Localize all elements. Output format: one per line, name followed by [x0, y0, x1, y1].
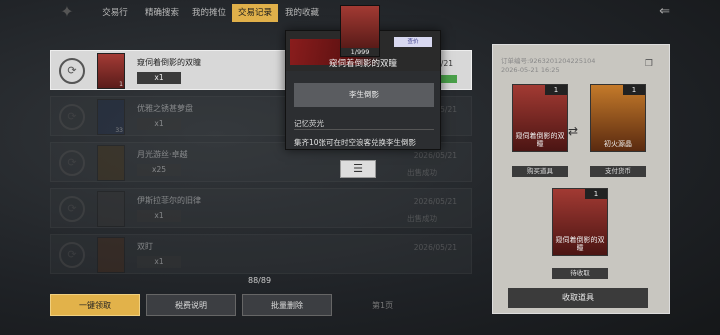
price-check-button[interactable]: 查价 [394, 37, 432, 47]
item-card [97, 145, 125, 181]
item-qty: x1 [137, 210, 181, 222]
record-counter: 88/89 [248, 276, 272, 285]
claim-all-button[interactable]: 一键领取 [50, 294, 140, 316]
exchange-icon: ⟳ [59, 150, 85, 176]
item-name: 优雅之锈甚萝盘 [137, 104, 193, 113]
copy-icon[interactable]: ❐ [645, 59, 653, 69]
item-card: 1 [97, 53, 125, 89]
owner-button[interactable]: 李生倒影 [294, 83, 434, 107]
item-card [97, 237, 125, 273]
item-name: 双盯 [137, 242, 153, 251]
tax-info-button[interactable]: 税费说明 [146, 294, 236, 316]
pending-item-card[interactable]: 1 窥伺着倒影的双瞳 [552, 188, 608, 256]
item-qty: x25 [137, 164, 181, 176]
item-qty: x1 [137, 256, 181, 268]
menu-lines-icon[interactable]: ☰ [340, 160, 376, 178]
tab-trading[interactable]: 交易行 [92, 4, 138, 22]
buy-item-caption: 购买道具 [512, 166, 568, 177]
swap-arrow-icon: ⇄ [568, 124, 579, 138]
item-name: 伊斯拉菲尔的旧律 [137, 196, 201, 205]
card-count: 1/999 [341, 48, 379, 56]
item-detail-popup: 1/999 查价 窥伺着倒影的双瞳 李生倒影 记忆荧光 集齐10张可在时空浪客兑… [285, 5, 441, 150]
item-count: 1 [623, 85, 645, 95]
exchange-icon: ⟳ [59, 58, 85, 84]
pay-item-card[interactable]: 1 初火源晶 [590, 84, 646, 152]
popup-label: 记忆荧光 [294, 119, 324, 128]
order-number: 订单编号:9263201204225104 [501, 57, 596, 65]
logo-icon: ✦ [60, 2, 74, 21]
tab-search[interactable]: 精确搜索 [138, 4, 186, 22]
item-status: 出售成功 [407, 214, 437, 223]
page-indicator: 第1页 [372, 301, 394, 310]
item-count: 1 [585, 189, 607, 199]
item-card: 33 [97, 99, 125, 135]
tab-favorites[interactable]: 我的收藏 [278, 4, 326, 22]
popup-title: 窥伺着倒影的双瞳 [328, 59, 397, 69]
item-status: 出售成功 [407, 168, 437, 177]
item-name: 月光游丝·卓越 [137, 150, 188, 159]
pending-item-caption: 待收取 [552, 268, 608, 279]
order-time: 2026-05-21 16:25 [501, 66, 560, 74]
list-item[interactable]: ⟳ 双盯 x1 2026/05/21 [50, 234, 472, 274]
exchange-icon: ⟳ [59, 242, 85, 268]
pay-item-caption: 支付货币 [590, 166, 646, 177]
item-date: 2026/05/21 [413, 151, 457, 160]
bulk-delete-button[interactable]: 批量删除 [242, 294, 332, 316]
item-date: 2026/05/21 [413, 243, 457, 252]
item-label: 初火源晶 [604, 140, 632, 148]
exchange-icon: ⟳ [59, 196, 85, 222]
item-count: 1 [545, 85, 567, 95]
collect-button[interactable]: 收取道具 [508, 288, 648, 308]
item-name: 窥伺着倒影的双瞳 [137, 58, 201, 67]
exchange-icon: ⟳ [59, 104, 85, 130]
popup-description: 集齐10张可在时空浪客兑换李生倒影 [294, 138, 417, 147]
item-date: 2026/05/21 [413, 197, 457, 206]
item-card [97, 191, 125, 227]
item-label: 窥伺着倒影的双瞳 [555, 236, 605, 252]
buy-item-card[interactable]: 1 窥伺着倒影的双瞳 [512, 84, 568, 152]
popup-item-card: 1/999 [340, 5, 380, 57]
back-arrow-icon[interactable]: ⇐ [659, 4, 670, 19]
item-qty: x1 [137, 72, 181, 84]
list-item[interactable]: ⟳ 伊斯拉菲尔的旧律 x1 2026/05/21 出售成功 [50, 188, 472, 228]
tab-records[interactable]: 交易记录 [232, 4, 278, 22]
item-qty: x1 [137, 118, 181, 130]
item-label: 窥伺着倒影的双瞳 [515, 132, 565, 148]
tab-my-stall[interactable]: 我的摊位 [186, 4, 232, 22]
divider [294, 129, 434, 130]
popup-header: 1/999 查价 窥伺着倒影的双瞳 [286, 5, 440, 71]
order-info: 订单编号:9263201204225104 2026-05-21 16:25 [501, 57, 595, 75]
